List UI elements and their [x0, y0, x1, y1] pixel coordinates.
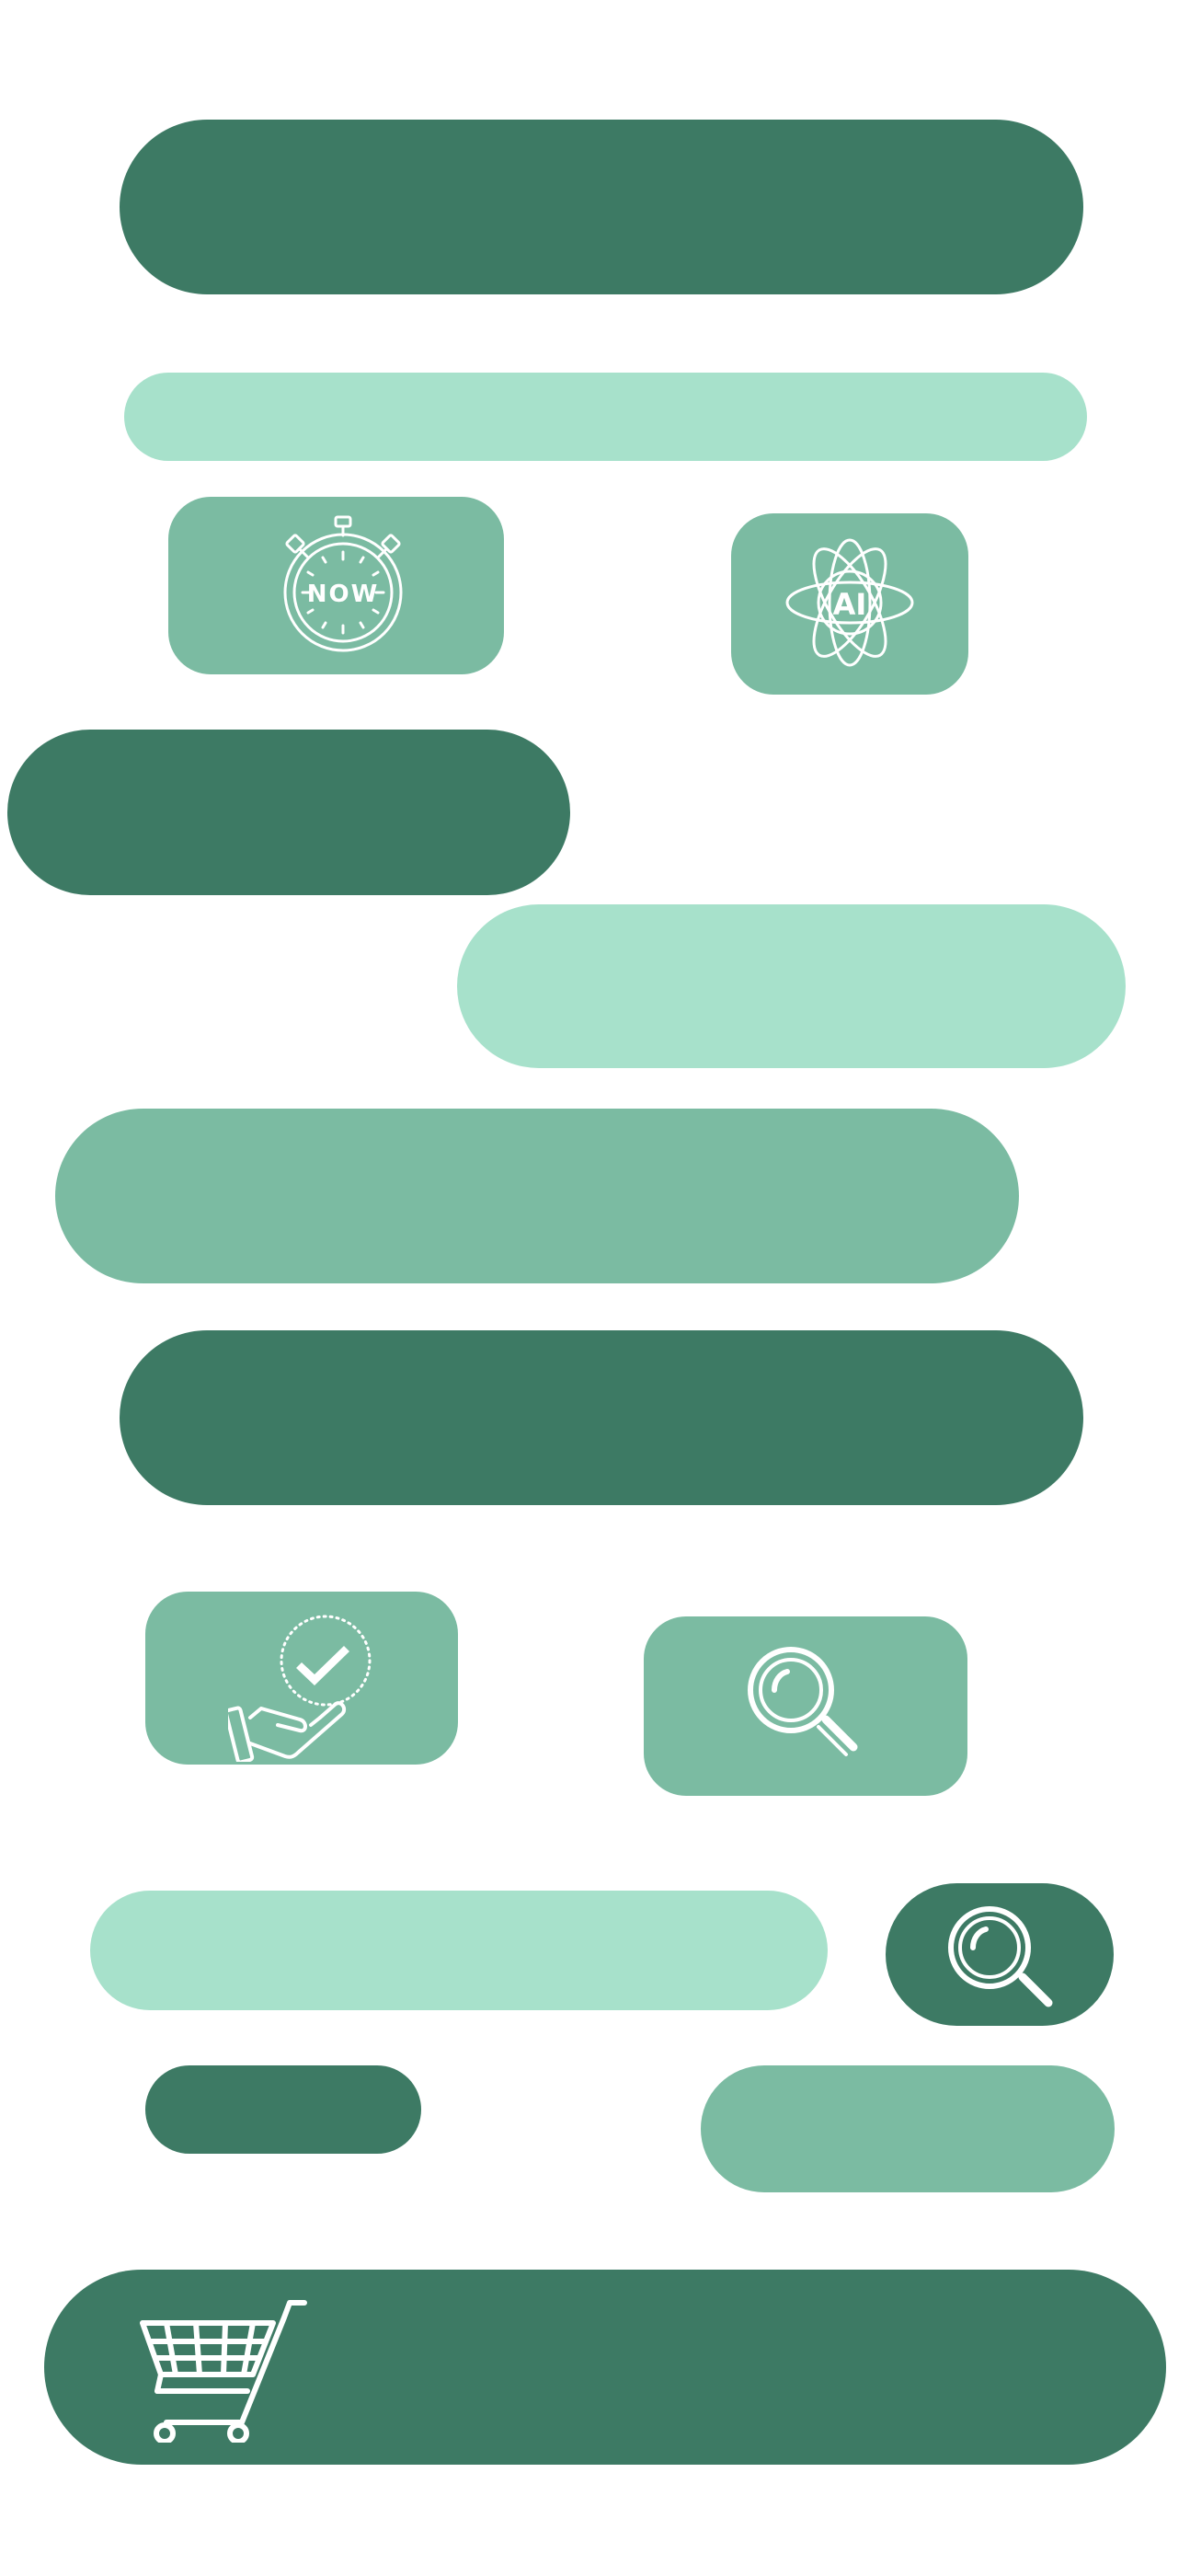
shopping-cart-icon — [139, 2295, 314, 2443]
stopwatch-label: NOW — [306, 581, 380, 608]
light-right-button[interactable] — [457, 904, 1126, 1068]
search-button[interactable] — [886, 1883, 1114, 2026]
wide-dark-button-1[interactable] — [120, 120, 1083, 294]
mid-wide-button[interactable] — [55, 1109, 1019, 1283]
verified-hand-card[interactable] — [145, 1592, 458, 1765]
dark-left-button[interactable] — [7, 730, 570, 895]
atom-ai-icon: AI — [784, 536, 916, 669]
hand-checkmark-icon — [228, 1615, 375, 1762]
search-icon — [745, 1644, 866, 1765]
atom-label: AI — [832, 587, 867, 622]
mid-right-button[interactable] — [701, 2065, 1115, 2192]
ai-atom-card[interactable]: AI — [731, 513, 968, 695]
light-input-bar[interactable] — [124, 373, 1087, 461]
search-input-bar[interactable] — [90, 1891, 828, 2010]
wide-dark-button-2[interactable] — [120, 1330, 1083, 1505]
search-card[interactable] — [644, 1616, 967, 1796]
cart-button[interactable] — [44, 2270, 1166, 2465]
search-icon — [945, 1903, 1059, 2018]
stopwatch-now-icon: NOW — [283, 513, 403, 661]
stopwatch-card[interactable]: NOW — [168, 497, 504, 674]
small-dark-button[interactable] — [145, 2065, 421, 2154]
